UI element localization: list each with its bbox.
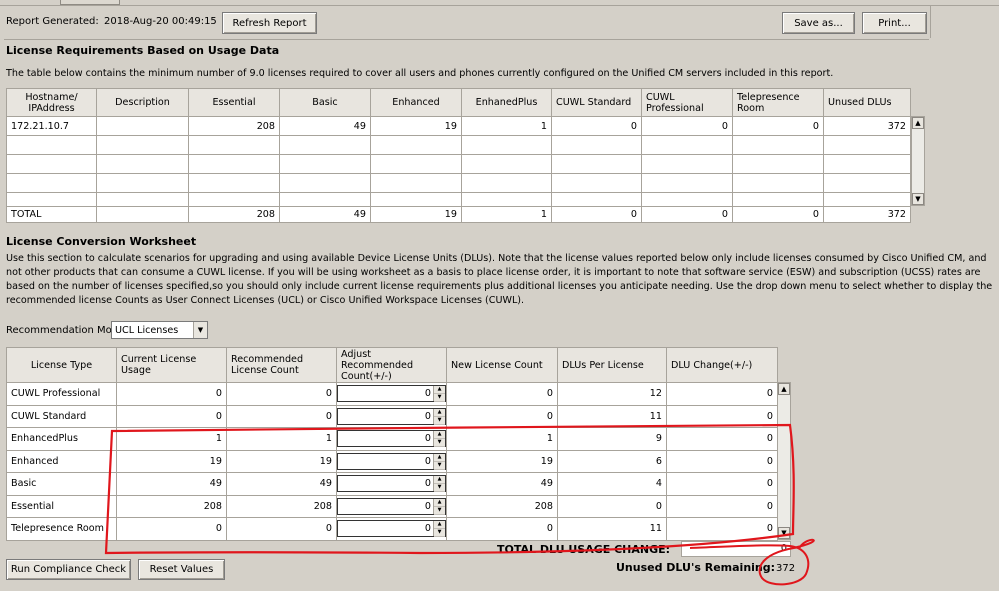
annotation-circle xyxy=(689,538,815,586)
annotation-rectangle xyxy=(104,423,795,555)
red-annotation-overlay xyxy=(104,423,815,586)
